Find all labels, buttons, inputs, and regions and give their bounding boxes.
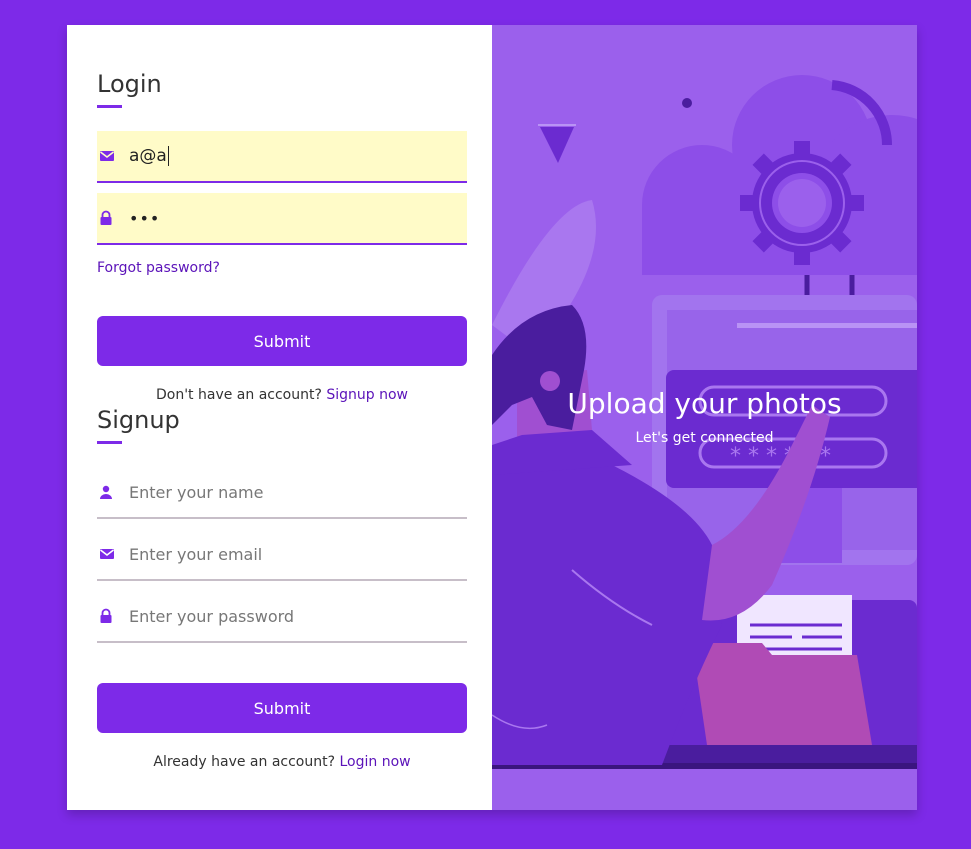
signup-email-field[interactable] <box>97 529 467 581</box>
hero-heading: Upload your photos <box>567 387 842 420</box>
login-now-link[interactable]: Login now <box>339 754 410 770</box>
login-password-field[interactable]: ••• <box>97 193 467 245</box>
login-switch-row: Don't have an account? Signup now <box>97 387 467 403</box>
hero-subheading: Let's get connected <box>635 430 774 446</box>
password-input[interactable] <box>129 606 449 626</box>
login-submit-button[interactable]: Submit <box>97 316 467 366</box>
name-input[interactable] <box>129 482 449 502</box>
envelope-icon <box>97 149 129 163</box>
login-switch-text: Don't have an account? <box>155 387 322 403</box>
login-title: Login <box>97 67 467 108</box>
envelope-icon <box>97 547 129 561</box>
signup-submit-button[interactable]: Submit <box>97 683 467 733</box>
user-icon <box>97 485 129 499</box>
auth-card: Login a@a ••• Forgot password? Submit Do… <box>67 25 917 810</box>
gear-shape <box>740 141 864 265</box>
illustration-panel: * * * * * * Upload your photos Let's get… <box>492 25 917 810</box>
signup-switch-text: Already have an account? <box>153 754 336 770</box>
email-input[interactable] <box>129 544 449 564</box>
signup-now-link[interactable]: Signup now <box>326 387 408 403</box>
forgot-password-link[interactable]: Forgot password? <box>97 260 220 276</box>
login-email-field[interactable]: a@a <box>97 131 467 183</box>
signup-title: Signup <box>97 403 467 444</box>
lock-icon <box>97 608 129 624</box>
lock-icon <box>97 210 129 226</box>
signup-switch-row: Already have an account? Login now <box>97 754 467 770</box>
forms-panel: Login a@a ••• Forgot password? Submit Do… <box>67 25 492 810</box>
login-password-value[interactable]: ••• <box>129 209 160 228</box>
login-email-value[interactable]: a@a <box>129 146 167 166</box>
signup-name-field[interactable] <box>97 467 467 519</box>
signup-form: Signup Submit Alre <box>97 403 467 770</box>
login-form: Login a@a ••• Forgot password? Submit Do… <box>97 67 467 403</box>
signup-password-field[interactable] <box>97 591 467 643</box>
text-cursor <box>167 146 169 166</box>
